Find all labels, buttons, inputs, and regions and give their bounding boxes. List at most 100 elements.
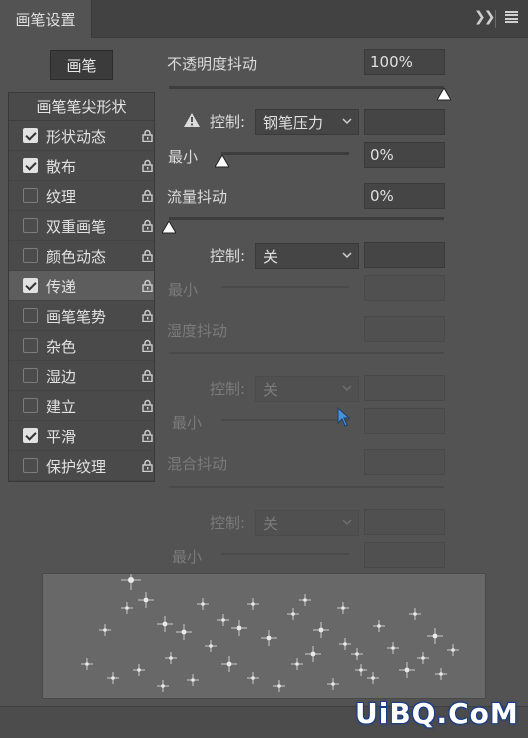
lock-icon[interactable] — [142, 219, 153, 232]
checkbox[interactable] — [23, 248, 38, 263]
chevron-down-icon — [342, 519, 352, 526]
flow-min-input[interactable] — [364, 275, 445, 301]
checkbox[interactable] — [23, 458, 38, 473]
tab-label: 画笔设置 — [15, 10, 76, 29]
lock-icon[interactable] — [142, 309, 153, 322]
flow-control-field[interactable] — [364, 242, 445, 268]
list-item-label: 形状动态 — [46, 128, 107, 146]
double-chevron-right-icon[interactable]: ❯❯ — [474, 9, 496, 25]
checkbox[interactable] — [23, 218, 38, 233]
mix-min-slider-track[interactable] — [221, 553, 349, 555]
list-item-label: 双重画笔 — [46, 218, 107, 236]
wetness-control-label: 控制: — [210, 380, 246, 398]
lock-icon[interactable] — [142, 399, 153, 412]
opacity-control-field[interactable] — [364, 109, 445, 135]
opacity-jitter-input[interactable]: 100% — [364, 49, 445, 75]
flow-min-label: 最小 — [168, 281, 199, 299]
list-item[interactable]: 纹理 — [9, 181, 154, 211]
list-item[interactable]: 杂色 — [9, 331, 154, 361]
lock-icon[interactable] — [142, 459, 153, 472]
lock-icon[interactable] — [142, 189, 153, 202]
checkbox[interactable] — [23, 338, 38, 353]
flow-control-select[interactable]: 关 — [255, 243, 359, 269]
chevron-down-icon — [342, 252, 352, 259]
list-item-label: 颜色动态 — [46, 248, 107, 266]
wetness-min-input[interactable] — [364, 408, 445, 434]
lock-icon[interactable] — [142, 369, 153, 382]
mix-jitter-label: 混合抖动 — [167, 455, 228, 473]
lock-icon[interactable] — [142, 129, 153, 142]
warning-icon — [184, 113, 200, 127]
tab-brush-settings[interactable]: 画笔设置 — [0, 0, 92, 38]
list-item[interactable]: 建立 — [9, 391, 154, 421]
checkbox[interactable] — [23, 188, 38, 203]
hamburger-menu-icon[interactable] — [505, 11, 518, 23]
list-item[interactable]: 画笔笔势 — [9, 301, 154, 331]
brush-settings-list: 画笔笔尖形状 形状动态散布纹理双重画笔颜色动态传递画笔笔势杂色 湿边建立平滑保护纹… — [8, 92, 155, 482]
list-item-label: 传递 — [46, 278, 77, 296]
list-item[interactable]: 平滑 — [9, 421, 154, 451]
mix-control-field[interactable] — [364, 509, 445, 535]
list-item-label: 画笔笔势 — [46, 308, 107, 326]
wetness-control-select[interactable]: 关 — [255, 376, 359, 402]
checkbox[interactable] — [23, 428, 38, 443]
checkbox[interactable] — [23, 278, 38, 293]
opacity-control-select[interactable]: 钢笔压力 — [255, 109, 359, 135]
lock-icon[interactable] — [142, 339, 153, 352]
lock-icon[interactable] — [142, 159, 153, 172]
list-item[interactable]: 散布 — [9, 151, 154, 181]
opacity-jitter-slider-track[interactable] — [169, 86, 444, 89]
list-item[interactable]: 形状动态 — [9, 121, 154, 151]
opacity-min-label: 最小 — [168, 148, 199, 166]
checkbox[interactable] — [23, 158, 38, 173]
chevron-down-icon — [342, 118, 352, 125]
checkbox[interactable] — [23, 398, 38, 413]
title-divider — [495, 10, 496, 28]
opacity-jitter-label: 不透明度抖动 — [167, 55, 258, 73]
triangle-thumb-icon — [437, 88, 451, 101]
mix-control-select[interactable]: 关 — [255, 510, 359, 536]
list-item[interactable]: 颜色动态 — [9, 241, 154, 271]
flow-jitter-input[interactable]: 0% — [364, 183, 445, 209]
wetness-control-value: 关 — [263, 380, 279, 399]
list-item-label: 建立 — [46, 398, 77, 416]
list-item[interactable]: 湿边 — [9, 361, 154, 391]
mix-jitter-slider-track[interactable] — [169, 486, 444, 488]
lock-icon[interactable] — [142, 249, 153, 262]
flow-control-value: 关 — [263, 247, 279, 266]
brush-stroke-preview — [42, 573, 486, 699]
list-item[interactable]: 保护纹理 — [9, 451, 154, 481]
brush-tip-shape-label: 画笔笔尖形状 — [36, 98, 127, 116]
watermark-text: UiBQ.CoM — [355, 697, 519, 730]
list-item-label: 散布 — [46, 158, 77, 176]
brush-tip-shape-item[interactable]: 画笔笔尖形状 — [9, 93, 154, 121]
mix-min-input[interactable] — [364, 542, 445, 568]
opacity-min-slider-track[interactable] — [221, 152, 349, 155]
list-item-label: 保护纹理 — [46, 458, 107, 476]
flow-control-label: 控制: — [210, 247, 246, 265]
wetness-jitter-input[interactable] — [364, 316, 445, 342]
mix-jitter-input[interactable] — [364, 449, 445, 475]
flow-min-slider-track[interactable] — [221, 286, 349, 288]
brushes-button[interactable]: 画笔 — [50, 50, 113, 80]
list-item[interactable]: 双重画笔 — [9, 211, 154, 241]
brushes-button-label: 画笔 — [66, 56, 97, 75]
mix-control-label: 控制: — [210, 514, 246, 532]
wetness-jitter-slider-track[interactable] — [169, 352, 444, 354]
opacity-control-value: 钢笔压力 — [263, 113, 324, 132]
lock-icon[interactable] — [142, 429, 153, 442]
list-item[interactable]: 传递 — [9, 271, 154, 301]
flow-jitter-slider-track[interactable] — [169, 217, 444, 220]
panel-titlebar: 画笔设置 ❯❯ — [0, 0, 528, 38]
triangle-thumb-icon — [162, 221, 176, 234]
mix-min-label: 最小 — [172, 548, 203, 566]
lock-icon[interactable] — [142, 279, 153, 292]
checkbox[interactable] — [23, 368, 38, 383]
opacity-min-input[interactable]: 0% — [364, 142, 445, 168]
mix-control-value: 关 — [263, 514, 279, 533]
checkbox[interactable] — [23, 128, 38, 143]
wetness-min-slider-track[interactable] — [221, 419, 349, 421]
mouse-pointer-icon — [337, 407, 351, 427]
checkbox[interactable] — [23, 308, 38, 323]
wetness-control-field[interactable] — [364, 375, 445, 401]
